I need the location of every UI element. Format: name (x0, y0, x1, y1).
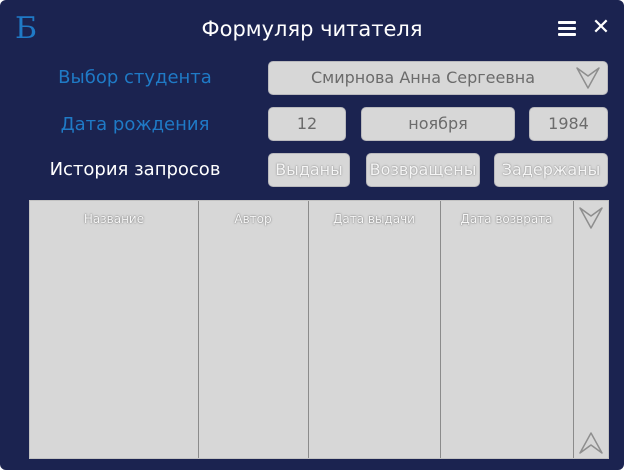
birth-year-field[interactable]: 1984 (529, 107, 608, 141)
column-header-issue-date[interactable]: Дата выдачи (308, 211, 440, 227)
student-select-value: Смирнова Анна Сергеевна (310, 68, 536, 87)
overdue-filter-button[interactable]: Задержаны (494, 153, 608, 187)
scroll-down-icon[interactable] (578, 204, 604, 232)
dropdown-arrow-icon[interactable] (575, 64, 601, 92)
scrollbar-divider (573, 201, 574, 458)
column-header-author[interactable]: Автор (198, 211, 308, 227)
column-divider (308, 201, 309, 458)
reader-form-window: Б Формуляр читателя ✕ Выбор студента Сми… (0, 0, 624, 470)
history-table: Название Автор Дата выдачи Дата возврата (29, 200, 609, 459)
close-icon[interactable]: ✕ (589, 15, 613, 41)
student-label: Выбор студента (58, 67, 212, 88)
column-header-title[interactable]: Название (30, 211, 198, 227)
birth-day-field[interactable]: 12 (268, 107, 346, 141)
returned-filter-button[interactable]: Возвращены (366, 153, 480, 187)
hamburger-menu-icon[interactable] (556, 19, 578, 39)
issued-filter-button[interactable]: Выданы (268, 153, 350, 187)
window-title: Формуляр читателя (201, 17, 423, 41)
student-select[interactable]: Смирнова Анна Сергеевна (268, 61, 608, 95)
column-divider (198, 201, 199, 458)
scroll-up-icon[interactable] (578, 429, 604, 457)
birth-month-field[interactable]: ноября (361, 107, 515, 141)
birth-date-label: Дата рождения (60, 114, 210, 135)
column-divider (440, 201, 441, 458)
column-header-return-date[interactable]: Дата возврата (440, 211, 573, 227)
request-history-label: История запросов (49, 159, 221, 180)
